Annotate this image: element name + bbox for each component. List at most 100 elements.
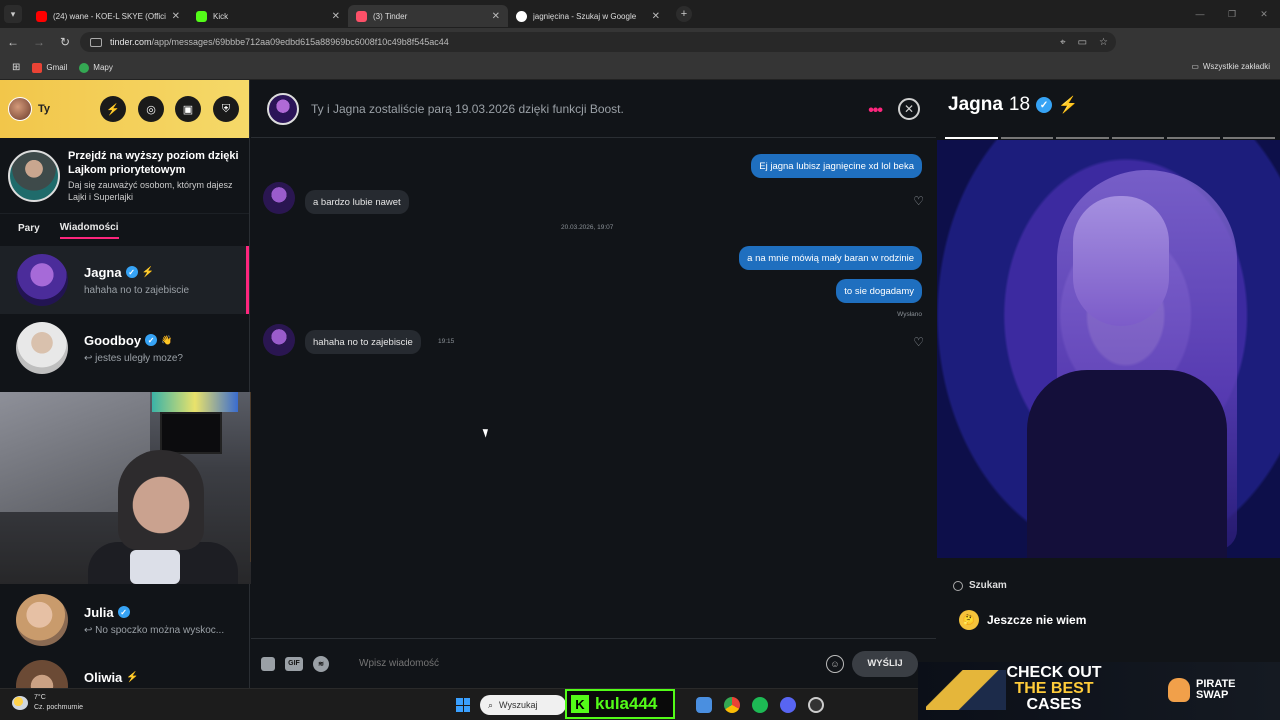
photo-progress-segment[interactable] bbox=[1000, 137, 1053, 139]
message-input[interactable] bbox=[359, 658, 826, 669]
profile-name-row: Jagna 18 ✓ ⚡ bbox=[948, 94, 1078, 116]
match-avatar[interactable] bbox=[267, 92, 299, 125]
conversation-last-message: hahaha no to zajebiscie bbox=[84, 284, 190, 296]
new-tab-button[interactable]: + bbox=[676, 6, 692, 22]
search-icon: ⌕ bbox=[488, 699, 494, 710]
all-bookmarks-label: Wszystkie zakładki bbox=[1202, 62, 1270, 71]
magnifier-icon bbox=[953, 580, 963, 591]
photo-progress-segment[interactable] bbox=[1056, 137, 1109, 139]
like-message-icon[interactable]: ♡ bbox=[913, 194, 924, 208]
photo-progress-segment[interactable] bbox=[1222, 137, 1275, 139]
shield-icon[interactable]: ⛨ bbox=[213, 96, 239, 122]
spotify-icon[interactable] bbox=[752, 697, 768, 713]
back-icon[interactable]: ← bbox=[0, 35, 26, 49]
obs-icon[interactable] bbox=[808, 697, 824, 713]
promo-title: Przejdź na wyższy poziom dzięki Lajkom p… bbox=[68, 149, 239, 176]
message-avatar[interactable] bbox=[263, 182, 295, 214]
boost-icon[interactable]: ⚡ bbox=[100, 96, 126, 122]
bookmark-gmail[interactable]: Gmail bbox=[32, 62, 67, 73]
like-message-icon[interactable]: ♡ bbox=[913, 335, 924, 349]
mouse-cursor bbox=[482, 427, 491, 438]
photo-progress-segment[interactable] bbox=[1111, 137, 1164, 139]
message-avatar[interactable] bbox=[263, 324, 295, 356]
browser-tab-kick[interactable]: Kick ✕ bbox=[188, 5, 348, 27]
conversation-goodboy[interactable]: Goodboy ✓ 👋 ↩ jestes uległy moze? bbox=[0, 314, 249, 382]
promo-avatar bbox=[8, 149, 60, 202]
looking-for-label: Szukam bbox=[969, 580, 1007, 591]
site-info-icon[interactable] bbox=[90, 37, 102, 47]
message-time: 19:15 bbox=[438, 338, 455, 345]
kick-icon bbox=[196, 10, 207, 22]
close-tab-icon[interactable]: ✕ bbox=[652, 11, 660, 22]
close-tab-icon[interactable]: ✕ bbox=[492, 11, 500, 22]
my-profile-label[interactable]: Ty bbox=[38, 103, 50, 115]
match-info-text: Ty i Jagna zostaliście parą 19.03.2026 d… bbox=[311, 101, 624, 116]
priority-likes-promo[interactable]: Przejdź na wyższy poziom dzięki Lajkom p… bbox=[0, 138, 249, 214]
file-explorer-icon[interactable] bbox=[696, 697, 712, 713]
photo-progress-segment[interactable] bbox=[945, 137, 998, 139]
conversation-name: Julia bbox=[84, 604, 114, 620]
more-options-icon[interactable]: ••• bbox=[868, 102, 883, 120]
maximize-icon[interactable]: ❐ bbox=[1216, 0, 1248, 28]
briefcase-icon[interactable]: ▣ bbox=[175, 96, 201, 122]
my-avatar[interactable] bbox=[8, 97, 32, 121]
address-bar-row: ← → ↻ tinder.com /app/messages/69bbbe712… bbox=[0, 28, 1280, 73]
conversation-name: Goodboy bbox=[84, 332, 142, 348]
profile-photo[interactable] bbox=[937, 140, 1280, 558]
taskbar-search[interactable]: ⌕ Wyszukaj bbox=[480, 695, 566, 715]
chat-header: Ty i Jagna zostaliście parą 19.03.2026 d… bbox=[251, 80, 936, 138]
chrome-icon[interactable] bbox=[724, 697, 740, 713]
all-bookmarks-button[interactable]: ▭ Wszystkie zakładki bbox=[1191, 62, 1270, 71]
verified-icon: ✓ bbox=[125, 266, 138, 278]
verified-icon: ✓ bbox=[117, 606, 130, 618]
cast-icon[interactable]: ▭ bbox=[1078, 37, 1087, 48]
pirateswap-ad-banner[interactable]: CHECK OUT THE BEST CASES PIRATE SWAP bbox=[918, 662, 1280, 720]
conversation-oliwia[interactable]: Oliwia ⚡ bbox=[0, 656, 250, 688]
close-tab-icon[interactable]: ✕ bbox=[172, 11, 180, 22]
close-tab-icon[interactable]: ✕ bbox=[332, 11, 340, 22]
send-button[interactable]: WYŚLIJ bbox=[852, 650, 918, 677]
message-incoming: hahaha no to zajebiscie bbox=[305, 330, 421, 354]
browser-tab-google[interactable]: jagnięcina - Szukaj w Google ✕ bbox=[508, 5, 668, 27]
windows-start-icon[interactable] bbox=[456, 698, 470, 712]
pirate-skull-icon bbox=[1168, 678, 1190, 702]
photo-progress-segment[interactable] bbox=[1167, 137, 1220, 139]
close-chat-icon[interactable]: ✕ bbox=[898, 98, 920, 120]
kick-username: kula444 bbox=[595, 694, 658, 713]
forward-icon[interactable]: → bbox=[26, 35, 52, 49]
reload-icon[interactable]: ↻ bbox=[52, 35, 78, 49]
spotify-icon[interactable]: ≋ bbox=[313, 655, 329, 672]
browser-tab-tinder[interactable]: (3) Tinder ✕ bbox=[348, 5, 508, 27]
browser-tab-youtube[interactable]: (24) wane - KOE-L SKYE (Officia ✕ bbox=[28, 5, 188, 27]
tab-title: (3) Tinder bbox=[373, 11, 408, 21]
date-separator: 20.03.2026, 19:07 bbox=[561, 224, 614, 231]
tab-messages[interactable]: Wiadomości bbox=[59, 222, 119, 239]
explore-compass-icon[interactable]: ◎ bbox=[138, 96, 164, 122]
tab-matches[interactable]: Pary bbox=[18, 223, 40, 238]
conversation-julia[interactable]: Julia ✓ ↩ No spoczko można wyskoc... bbox=[0, 586, 250, 654]
tab-title: jagnięcina - Szukaj w Google bbox=[533, 11, 637, 21]
location-icon[interactable]: ⌖ bbox=[1060, 37, 1066, 48]
message-composer: GIF ≋ ☺ WYŚLIJ bbox=[251, 638, 936, 688]
close-window-icon[interactable]: ✕ bbox=[1248, 0, 1280, 28]
chat-panel: Ty i Jagna zostaliście parą 19.03.2026 d… bbox=[251, 80, 936, 688]
apps-icon[interactable]: ⊞ bbox=[12, 62, 20, 73]
boost-icon: ⚡ bbox=[126, 672, 139, 683]
wave-icon: 👋 bbox=[161, 334, 173, 345]
bookmark-maps[interactable]: Mapy bbox=[79, 62, 113, 73]
tab-search-button[interactable]: ▾ bbox=[4, 5, 22, 23]
bookmark-star-icon[interactable]: ☆ bbox=[1099, 37, 1108, 48]
tab-title: (24) wane - KOE-L SKYE (Officia bbox=[53, 11, 166, 21]
verified-icon: ✓ bbox=[1036, 97, 1053, 113]
discord-icon[interactable] bbox=[780, 697, 796, 713]
minimize-icon[interactable]: — bbox=[1184, 0, 1216, 28]
weather-widget[interactable]: 7°C Cz. pochmurnie bbox=[12, 693, 83, 713]
sticker-icon[interactable] bbox=[261, 656, 275, 671]
conversation-jagna[interactable]: Jagna ✓ ⚡ hahaha no to zajebiscie bbox=[0, 246, 249, 314]
url-field[interactable]: tinder.com /app/messages/69bbbe712aa09ed… bbox=[80, 32, 1116, 52]
emoji-icon[interactable]: ☺ bbox=[826, 654, 844, 673]
avatar bbox=[16, 594, 68, 646]
gif-icon[interactable]: GIF bbox=[285, 656, 303, 671]
temperature: 7°C bbox=[34, 694, 46, 701]
webcam-person bbox=[118, 450, 204, 550]
